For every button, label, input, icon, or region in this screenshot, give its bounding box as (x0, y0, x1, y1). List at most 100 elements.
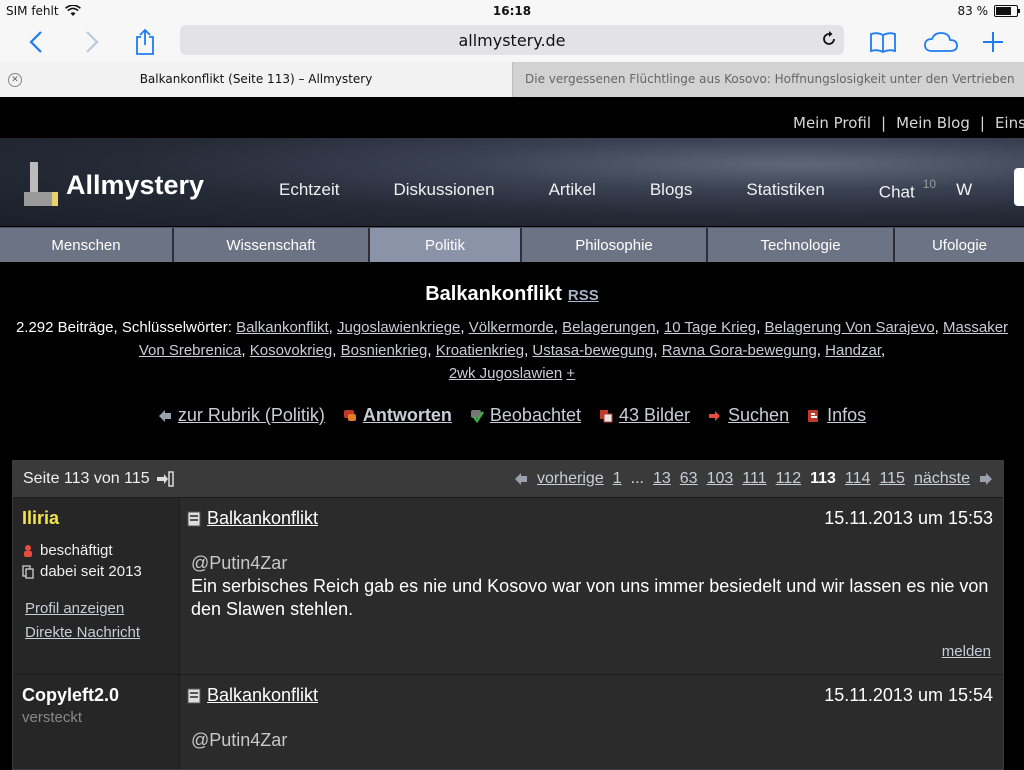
site-header: Allmystery Echtzeit Diskussionen Artikel… (0, 138, 1024, 226)
page-link[interactable]: 111 (742, 470, 766, 488)
search-input[interactable] (1014, 168, 1024, 206)
page-link[interactable]: 114 (845, 470, 871, 488)
nav-echtzeit[interactable]: Echtzeit (279, 180, 339, 203)
page-link[interactable]: 13 (653, 470, 671, 488)
post-title[interactable]: Balkankonflikt (187, 508, 318, 529)
reply-link[interactable]: Antworten (343, 405, 452, 426)
reload-button[interactable] (820, 30, 838, 52)
bookmarks-button[interactable] (868, 22, 898, 62)
back-button[interactable] (22, 22, 50, 62)
page-link[interactable]: 63 (680, 470, 698, 488)
back-to-category-link[interactable]: zur Rubrik (Politik) (158, 405, 325, 426)
url-text: allmystery.de (458, 31, 566, 50)
keyword-link[interactable]: Belagerungen (562, 319, 655, 336)
keyword-link[interactable]: Ustasa-bewegung (532, 342, 653, 359)
member-since-text: dabei seit 2013 (40, 563, 142, 580)
post-author[interactable]: Copyleft2.0 (22, 685, 119, 706)
topic-keywords: 2.292 Beiträge, Schlüsselwörter: Balkank… (15, 319, 1009, 382)
nav-chat[interactable]: Chat 10 (878, 177, 936, 203)
topic-header: Balkankonflikt RSS (0, 283, 1024, 306)
separator: | (979, 114, 985, 132)
category-philosophie[interactable]: Philosophie (522, 228, 708, 262)
keyword-link[interactable]: Jugoslawienkriege (337, 319, 460, 336)
tab-active[interactable]: ✕ Balkankonflikt (Seite 113) – Allmyster… (0, 62, 512, 97)
category-menschen[interactable]: Menschen (0, 228, 174, 262)
post-author-panel: Iliria beschäftigt dabei seit 2013 Profi… (13, 498, 180, 674)
page-info: Seite 113 von 115 (23, 470, 150, 487)
post-title[interactable]: Balkankonflikt (187, 685, 318, 706)
next-page-link[interactable]: nächste (914, 470, 970, 488)
profile-link[interactable]: Profil anzeigen (25, 600, 124, 617)
jump-to-page-icon[interactable] (156, 471, 174, 487)
nav-artikel[interactable]: Artikel (549, 180, 596, 203)
add-keyword-link[interactable]: + (566, 365, 575, 382)
keyword-link[interactable]: Handzar (825, 342, 881, 359)
ios-status-bar: SIM fehlt 16:18 83 % (0, 0, 1024, 22)
logo-text: Allmystery (66, 169, 205, 200)
category-politik[interactable]: Politik (370, 228, 522, 262)
keyword-link[interactable]: Kosovokrieg (250, 342, 333, 359)
user-mention[interactable]: @Putin4Zar (191, 552, 991, 575)
forward-button[interactable] (78, 22, 106, 62)
nav-statistiken[interactable]: Statistiken (746, 180, 824, 203)
arrow-left-icon (158, 409, 171, 422)
icloud-tabs-button[interactable] (922, 22, 960, 62)
keyword-link[interactable]: 10 Tage Krieg (664, 319, 756, 336)
post-text: Ein serbisches Reich gab es nie und Koso… (191, 576, 989, 619)
category-technologie[interactable]: Technologie (708, 228, 895, 262)
direct-message-link[interactable]: Direkte Nachricht (25, 624, 140, 641)
page-link[interactable]: 103 (707, 470, 734, 488)
status-busy-icon (24, 544, 32, 557)
rss-link[interactable]: RSS (568, 287, 599, 304)
post-title-text: Balkankonflikt (207, 685, 319, 705)
tab-title: Die vergessenen Flüchtlinge aus Kosovo: … (525, 72, 1015, 86)
settings-link[interactable]: Eins (995, 114, 1024, 132)
nav-more[interactable]: W (956, 180, 972, 203)
document-icon (187, 688, 201, 703)
my-profile-link[interactable]: Mein Profil (793, 114, 871, 132)
report-link[interactable]: melden (942, 643, 991, 660)
post-body: @Putin4Zar Ein serbisches Reich gab es n… (191, 552, 991, 621)
share-icon (136, 28, 154, 55)
keyword-link[interactable]: Kroatienkrieg (436, 342, 524, 359)
previous-page-link[interactable]: vorherige (537, 470, 604, 488)
action-label: Suchen (728, 405, 790, 425)
nav-diskussionen[interactable]: Diskussionen (393, 180, 494, 203)
category-wissenschaft[interactable]: Wissenschaft (174, 228, 370, 262)
nav-chat-label: Chat (878, 182, 915, 202)
watch-link[interactable]: Beobachtet (470, 405, 581, 426)
page-link[interactable]: 115 (879, 470, 905, 488)
share-button[interactable] (130, 22, 160, 62)
keyword-link[interactable]: Bosnienkrieg (341, 342, 428, 359)
current-page: 113 (810, 470, 836, 487)
info-link[interactable]: Infos (807, 405, 866, 426)
arrow-left-icon (515, 473, 528, 485)
my-blog-link[interactable]: Mein Blog (896, 114, 970, 132)
pager: vorherige 1 ... 13 63 103 111 112 113 11… (514, 470, 993, 488)
nav-blogs[interactable]: Blogs (650, 180, 693, 203)
tab-inactive[interactable]: Die vergessenen Flüchtlinge aus Kosovo: … (512, 62, 1024, 97)
user-mention[interactable]: @Putin4Zar (191, 729, 991, 752)
images-link[interactable]: 43 Bilder (599, 405, 690, 426)
keyword-link[interactable]: Völkermorde (469, 319, 554, 336)
keyword-link[interactable]: 2wk Jugoslawien (449, 365, 562, 382)
new-tab-button[interactable] (980, 22, 1006, 62)
post-date: 15.11.2013 um 15:54 (824, 685, 993, 705)
search-link[interactable]: Suchen (708, 405, 789, 426)
keyword-link[interactable]: Belagerung Von Sarajevo (765, 319, 935, 336)
separator: | (881, 114, 887, 132)
keyword-link[interactable]: Balkankonflikt (236, 319, 329, 336)
keyword-link[interactable]: Ravna Gora-bewegung (662, 342, 817, 359)
post-author[interactable]: Iliria (22, 508, 59, 529)
action-label: 43 Bilder (618, 405, 691, 425)
plus-icon (983, 32, 1003, 52)
tab-title: Balkankonflikt (Seite 113) – Allmystery (139, 72, 373, 86)
category-ufologie[interactable]: Ufologie (895, 228, 1024, 262)
page-link[interactable]: 1 (613, 470, 622, 488)
user-status: beschäftigt (22, 542, 113, 559)
images-icon (599, 409, 613, 422)
page-link[interactable]: 112 (776, 470, 802, 488)
site-logo[interactable]: Allmystery (24, 162, 204, 208)
topic-actions: zur Rubrik (Politik) Antworten Beobachte… (0, 405, 1024, 426)
address-bar[interactable]: allmystery.de (180, 25, 844, 55)
